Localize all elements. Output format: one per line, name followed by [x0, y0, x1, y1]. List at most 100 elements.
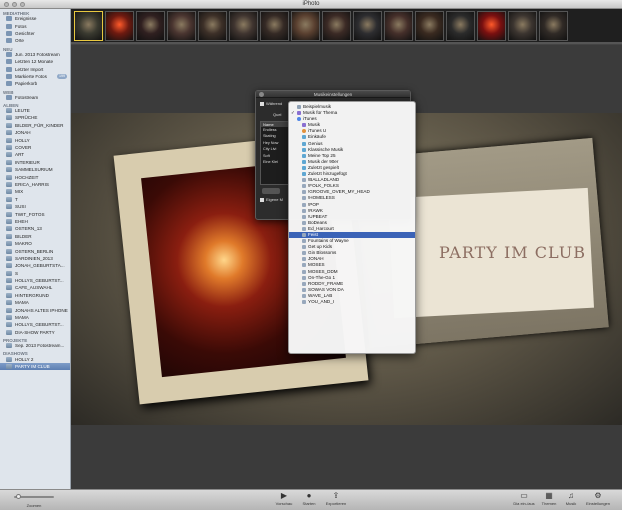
sidebar-item[interactable]: Gesichter	[0, 30, 70, 37]
slide-filmstrip[interactable]	[71, 9, 622, 45]
sidebar-item[interactable]: JONAHS ALTES IPHONE	[0, 306, 70, 313]
trash-icon	[6, 81, 12, 87]
slide-thumbnail[interactable]	[74, 11, 103, 41]
sidebar-item[interactable]: HOLLYS_GEBURTST...	[0, 277, 70, 284]
slide-thumbnail[interactable]	[260, 11, 289, 41]
sidebar-item-label: DIA-SHOW PARTY	[15, 329, 55, 335]
sidebar-item[interactable]: MAKRO	[0, 240, 70, 247]
sidebar-item-label: SUSI	[15, 204, 26, 210]
sidebar-item[interactable]: COVER	[0, 144, 70, 151]
sidebar-item[interactable]: JONAH_GEBURTSTA...	[0, 262, 70, 269]
slide-toggle-button[interactable]: ▭ Dia ein-/aus	[510, 492, 538, 507]
sidebar-item[interactable]: OSTERN_13	[0, 225, 70, 232]
playlist-icon	[302, 257, 306, 262]
menu-item-label: Feist	[308, 231, 318, 237]
playlist-icon	[302, 208, 306, 213]
sidebar-item[interactable]: BILDER	[0, 233, 70, 240]
folder-icon	[297, 105, 301, 109]
sidebar: MEDIATHEK Ereignisse Fotos Gesichter Orte NEU…	[0, 9, 71, 489]
sidebar-item[interactable]: SPRÜCHE	[0, 114, 70, 121]
album-icon	[6, 307, 12, 313]
settings-button[interactable]: ⚙ Einstellungen	[584, 491, 612, 507]
slide-thumbnail[interactable]	[415, 11, 444, 41]
music-button[interactable]: ♫ Musik	[557, 492, 585, 507]
sidebar-item[interactable]: INTERIEUR	[0, 159, 70, 166]
export-button[interactable]: ⇪ Exportieren	[322, 492, 350, 507]
menu-item-label: MOSES	[308, 262, 325, 268]
sidebar-item[interactable]: Fotos	[0, 22, 70, 29]
sidebar-item[interactable]: SUSI	[0, 203, 70, 210]
slide-thumbnail[interactable]	[105, 11, 134, 41]
gear-icon: ⚙	[594, 491, 602, 500]
smart-icon	[302, 147, 306, 152]
sidebar-item[interactable]: PARTY IM CLUB	[0, 362, 70, 371]
album-icon	[6, 159, 12, 165]
sidebar-item[interactable]: Jun. 2013 Fotostream	[0, 51, 70, 58]
play-music-checkbox[interactable]	[260, 101, 264, 106]
sidebar-item-label: Jun. 2013 Fotostream	[15, 51, 60, 57]
sidebar-item[interactable]: Letzter Import	[0, 65, 70, 72]
slide-thumbnail[interactable]	[477, 11, 506, 41]
zoom-slider-knob[interactable]	[16, 494, 21, 499]
sidebar-item[interactable]: HOLLY 2	[0, 355, 70, 362]
slide-thumbnail[interactable]	[136, 11, 165, 41]
custom-music-checkbox[interactable]	[260, 197, 264, 202]
play-icon: ●	[306, 491, 312, 500]
slide-thumbnail[interactable]	[508, 11, 537, 41]
sidebar-item[interactable]: T	[0, 196, 70, 203]
sidebar-item[interactable]: EHEH	[0, 218, 70, 225]
sidebar-item[interactable]: CAFE_AUSWAHL	[0, 284, 70, 291]
sidebar-item[interactable]: MIX	[0, 188, 70, 195]
custom-music-option[interactable]: Eigene M	[260, 197, 283, 202]
dialog-close-button[interactable]	[259, 92, 264, 97]
sidebar-item[interactable]: MAMA	[0, 299, 70, 306]
sidebar-item[interactable]: Ereignisse	[0, 15, 70, 22]
preview-music-button[interactable]	[262, 188, 280, 194]
sidebar-item[interactable]: Orte	[0, 37, 70, 44]
slide-title-text[interactable]: PARTY IM CLUB	[439, 243, 586, 262]
sidebar-item[interactable]: SAMMELSURIUM	[0, 166, 70, 173]
sidebar-item[interactable]: OSTERN_BERLIN	[0, 247, 70, 254]
slide-thumbnail[interactable]	[229, 11, 258, 41]
slideshow-icon	[6, 363, 12, 369]
track-list-item[interactable]: Eine Klei	[261, 159, 289, 165]
sidebar-item[interactable]: HOLLYS_GEBURTST...	[0, 321, 70, 328]
slide-thumbnail[interactable]	[322, 11, 351, 41]
menu-item-label: MOSES_DDM	[308, 268, 338, 274]
sidebar-item[interactable]: Papierkorb	[0, 80, 70, 87]
menu-item[interactable]: YOU_AND_I	[289, 299, 415, 305]
slide-thumbnail[interactable]	[539, 11, 568, 41]
preview-button[interactable]: ▶ Vorschau	[270, 492, 298, 507]
sidebar-item[interactable]: Sep. 2013 Fotostream...	[0, 342, 70, 349]
track-list[interactable]: Name Endless Skating Hey Now City Livi Soft E…	[260, 121, 290, 185]
slide-thumbnail[interactable]	[384, 11, 413, 41]
purchases-icon	[302, 135, 306, 140]
sidebar-item[interactable]: SARDINIEN_2013	[0, 255, 70, 262]
sidebar-item[interactable]: HOCHZEIT	[0, 173, 70, 180]
menu-item-label: iTunes U	[308, 128, 327, 134]
sidebar-item[interactable]: HINTERGRUND	[0, 292, 70, 299]
sidebar-item[interactable]: S	[0, 270, 70, 277]
sidebar-item[interactable]: Markierte Fotos 199	[0, 73, 70, 80]
sidebar-item[interactable]: DIA-SHOW PARTY	[0, 329, 70, 336]
sidebar-item[interactable]: BILDER_FÜR_KINDER	[0, 122, 70, 129]
slide-thumbnail[interactable]	[446, 11, 475, 41]
sidebar-item-label: SPRÜCHE	[15, 115, 38, 121]
sidebar-item[interactable]: ERICA_HARRIS	[0, 181, 70, 188]
play-button[interactable]: ● Starten	[295, 491, 323, 507]
sidebar-item[interactable]: JONAH	[0, 129, 70, 136]
sidebar-item[interactable]: HOLLY	[0, 136, 70, 143]
sidebar-item[interactable]: Letzten 12 Monate	[0, 58, 70, 65]
slide-thumbnail[interactable]	[353, 11, 382, 41]
slide-thumbnail[interactable]	[198, 11, 227, 41]
sidebar-item[interactable]: LEUTE	[0, 107, 70, 114]
filmstrip-scrollbar[interactable]	[71, 42, 622, 44]
sidebar-item[interactable]: ART	[0, 151, 70, 158]
slide-thumbnail[interactable]	[167, 11, 196, 41]
play-music-option[interactable]: Während	[260, 101, 282, 106]
sidebar-item[interactable]: MAMA	[0, 314, 70, 321]
calendar-icon	[6, 59, 12, 65]
sidebar-item[interactable]: Fotostream	[0, 94, 70, 101]
slide-thumbnail[interactable]	[291, 11, 320, 41]
sidebar-item[interactable]: TWIT_FOTOS	[0, 210, 70, 217]
